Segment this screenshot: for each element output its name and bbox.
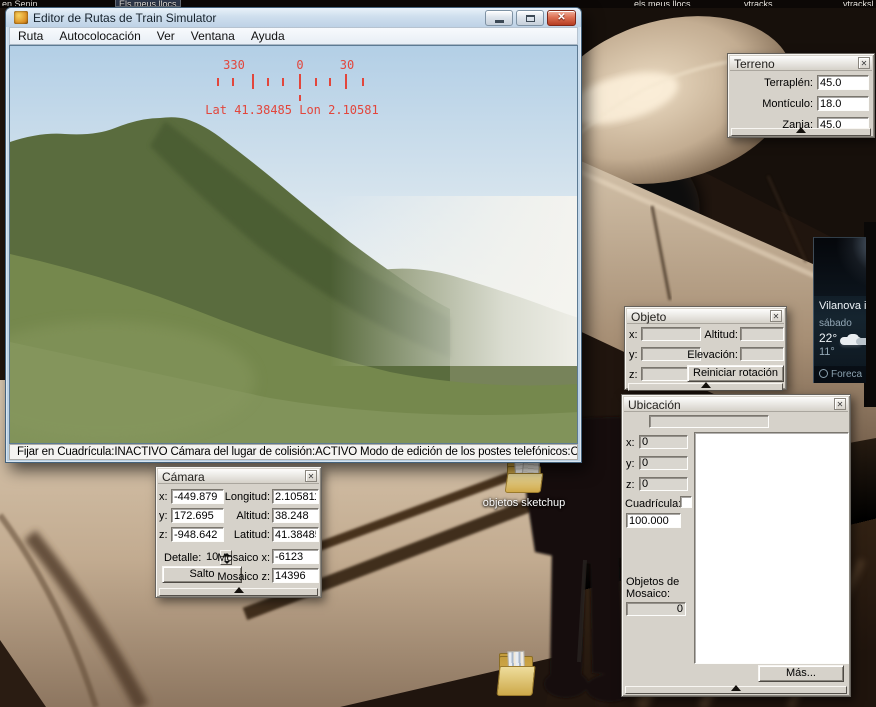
maximize-icon — [526, 15, 535, 22]
status-bar: Fijar en Cuadrícula:INACTIVO Cámara del … — [9, 444, 578, 460]
desktop-icon-folder[interactable] — [486, 650, 546, 698]
weather-gadget[interactable]: Vilanova i sábado 22° 11° Foreca — [813, 237, 866, 383]
objeto-altitud-input[interactable] — [740, 327, 784, 341]
weather-city: Vilanova i — [819, 300, 866, 312]
monticulo-input[interactable] — [817, 96, 869, 111]
collapse-handle[interactable] — [628, 383, 783, 391]
menu-ventana[interactable]: Ventana — [183, 28, 243, 44]
ubicacion-y-input[interactable] — [639, 456, 688, 470]
editor-window: Editor de Rutas de Train Simulator ✕ Rut… — [5, 7, 582, 463]
maximize-button[interactable] — [516, 10, 544, 26]
desktop-icon-label[interactable]: vtracks — [744, 0, 773, 6]
weather-day: sábado — [819, 318, 852, 329]
more-button[interactable]: Más... — [758, 665, 844, 682]
minimize-button[interactable] — [485, 10, 513, 26]
ubicacion-z-input[interactable] — [639, 477, 688, 491]
desktop-icon-label[interactable]: els meus llocs — [634, 0, 691, 6]
copyright-icon — [819, 369, 828, 378]
menu-bar: Ruta Autocolocación Ver Ventana Ayuda — [9, 27, 578, 45]
app-icon — [14, 11, 28, 24]
palette-objeto: Objeto ✕ x: Altitud: y: Elevación: z: Re… — [624, 306, 787, 390]
ubicacion-name-input[interactable] — [649, 415, 769, 428]
compass-hud: 330 0 30 Lat 41.38485 Lon 2.10581 — [10, 46, 577, 166]
folder-icon — [495, 650, 537, 698]
weather-night-image — [814, 238, 866, 296]
collapse-handle[interactable] — [625, 686, 847, 694]
collapse-handle[interactable] — [731, 128, 871, 136]
palette-title[interactable]: Ubicación ✕ — [624, 397, 848, 412]
close-icon: ✕ — [557, 12, 565, 23]
camera-latitud-input[interactable] — [272, 527, 319, 542]
compass-degree-label: 30 — [336, 58, 358, 72]
terreno-close-icon[interactable]: ✕ — [858, 57, 870, 69]
reset-rotation-button[interactable]: Reiniciar rotación — [687, 365, 784, 382]
desktop-icon-label[interactable]: vtracksl — [843, 0, 874, 6]
compass-degree-label: 330 — [220, 58, 248, 72]
palette-title[interactable]: Cámara ✕ — [158, 469, 319, 484]
menu-ayuda[interactable]: Ayuda — [243, 28, 293, 44]
cloud-icon — [838, 334, 866, 346]
window-title: Editor de Rutas de Train Simulator — [33, 11, 485, 25]
menu-autocolocacion[interactable]: Autocolocación — [51, 28, 148, 44]
collapse-arrow-icon — [796, 127, 806, 133]
terraplen-input[interactable] — [817, 75, 869, 90]
folder-icon — [503, 459, 545, 495]
collapse-arrow-icon — [701, 382, 711, 388]
objeto-elevacion-input[interactable] — [740, 347, 784, 361]
weather-credit: Foreca — [814, 366, 866, 383]
desktop-icon-label[interactable]: Els meus llocs — [116, 0, 180, 6]
tile-z-input[interactable] — [272, 568, 319, 583]
palette-title[interactable]: Terreno ✕ — [730, 56, 872, 71]
cuadricula-checkbox[interactable] — [680, 496, 692, 508]
ubicacion-close-icon[interactable]: ✕ — [834, 398, 846, 410]
menu-ruta[interactable]: Ruta — [10, 28, 51, 44]
icon-label: objetos sketchup — [474, 497, 574, 509]
collapse-arrow-icon — [234, 587, 244, 593]
palette-terreno: Terreno ✕ Terraplén: Montículo: Zanja: — [727, 53, 875, 138]
palette-camara: Cámara ✕ x: Longitud: y: Altitud: z: Lat… — [155, 466, 322, 598]
grid-size-input[interactable] — [626, 513, 681, 528]
menu-ver[interactable]: Ver — [149, 28, 183, 44]
desktop-icon-label[interactable]: en Senin — [2, 0, 38, 6]
close-button[interactable]: ✕ — [547, 10, 576, 26]
ubicacion-x-input[interactable] — [639, 435, 688, 449]
collapse-handle[interactable] — [159, 588, 318, 596]
latlon-readout: Lat 41.38485 Lon 2.10581 — [180, 103, 404, 117]
camara-close-icon[interactable]: ✕ — [305, 470, 317, 482]
collapse-arrow-icon — [731, 685, 741, 691]
tile-objects-listbox[interactable] — [694, 432, 849, 664]
camera-altitud-input[interactable] — [272, 508, 319, 523]
compass-degree-label: 0 — [293, 58, 307, 72]
desktop-icon-objetos-sketchup[interactable]: objetos sketchup — [474, 459, 574, 509]
weather-temp-low: 11° — [819, 346, 835, 358]
objeto-close-icon[interactable]: ✕ — [770, 310, 782, 322]
weather-temp-high: 22° — [819, 331, 837, 345]
title-bar[interactable]: Editor de Rutas de Train Simulator ✕ — [6, 8, 581, 27]
minimize-icon — [495, 20, 504, 23]
palette-ubicacion: Ubicación ✕ x: y: z: Cuadrícula: Objetos… — [621, 394, 851, 697]
tile-x-input[interactable] — [272, 549, 319, 564]
camera-longitud-input[interactable] — [272, 489, 319, 504]
palette-title[interactable]: Objeto ✕ — [627, 309, 784, 324]
viewport-3d[interactable]: 330 0 30 Lat 41.38485 Lon 2.10581 — [9, 45, 578, 444]
tile-objects-count — [626, 602, 686, 616]
desktop: en Senin Els meus llocs els meus llocs v… — [0, 0, 876, 707]
